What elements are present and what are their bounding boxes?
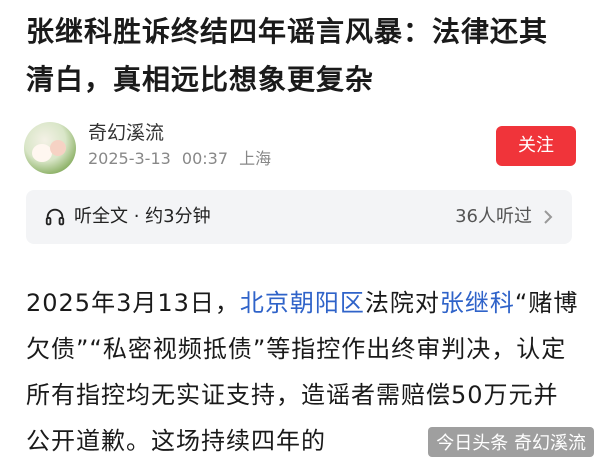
follow-button[interactable]: 关注 <box>496 126 576 166</box>
title-line-1: 张继科胜诉终结四年谣言风暴：法律还其 <box>26 15 549 48</box>
person-link[interactable]: 张继科 <box>440 289 515 317</box>
headphone-icon <box>45 208 65 226</box>
post-location: 上海 <box>239 149 272 168</box>
author-row: 奇幻溪流 2025-3-13 00:37 上海 关注 <box>24 120 576 180</box>
listen-full-text-bar[interactable]: 听全文 · 约3分钟 36人听过 <box>26 190 572 244</box>
avatar-decoration <box>50 140 66 156</box>
chevron-right-icon <box>544 210 553 224</box>
listen-count: 36人听过 <box>455 206 532 227</box>
post-meta: 2025-3-13 00:37 上海 <box>88 148 277 170</box>
watermark: 今日头条 奇幻溪流 <box>428 427 594 457</box>
author-name[interactable]: 奇幻溪流 <box>88 120 164 146</box>
location-link[interactable]: 北京朝阳区 <box>240 289 365 317</box>
article-title: 张继科胜诉终结四年谣言风暴：法律还其 清白，真相远比想象更复杂 <box>26 8 586 104</box>
title-line-2: 清白，真相远比想象更复杂 <box>26 63 375 96</box>
avatar[interactable] <box>24 122 76 174</box>
post-date: 2025-3-13 <box>88 149 171 168</box>
avatar-decoration <box>32 144 52 162</box>
body-text-segment: 2025年3月13日， <box>26 289 240 317</box>
post-time: 00:37 <box>181 149 229 168</box>
listen-label: 听全文 · 约3分钟 <box>74 206 211 227</box>
body-text-segment: 法院对 <box>364 289 440 317</box>
